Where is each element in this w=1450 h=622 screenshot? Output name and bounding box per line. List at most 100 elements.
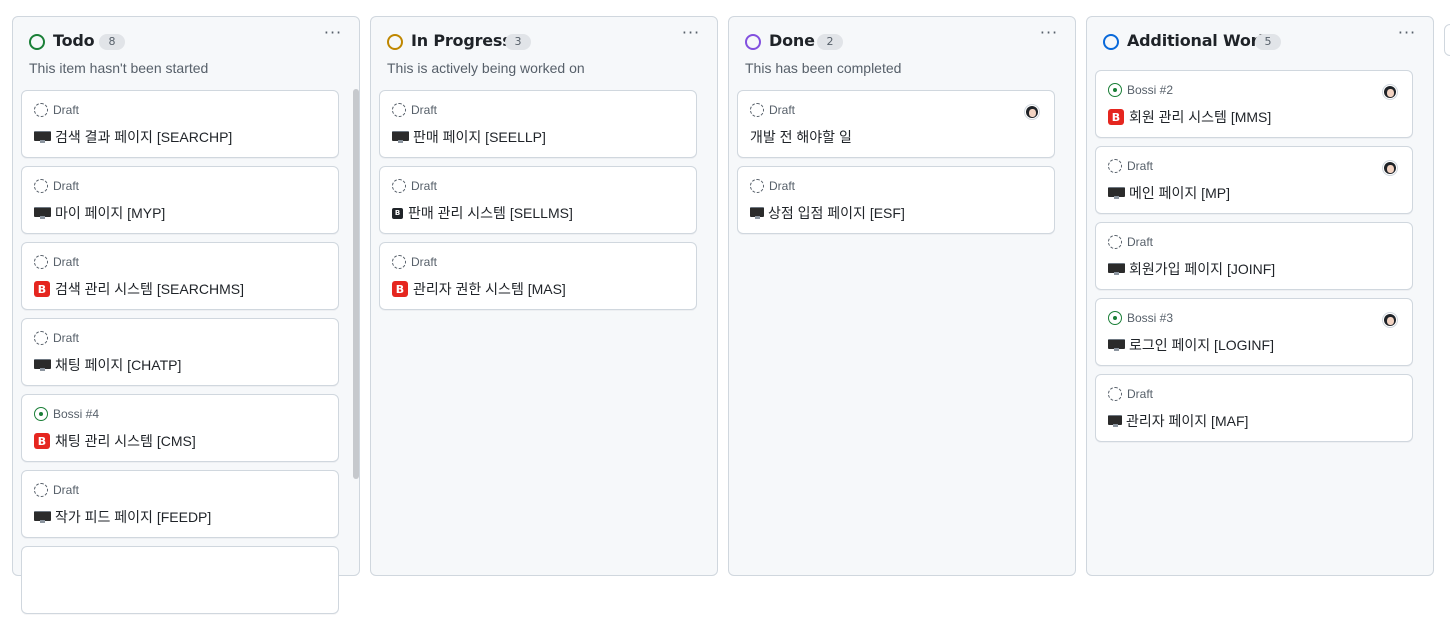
card-title[interactable]: 검색 결과 페이지 [SEARCHP] bbox=[34, 127, 232, 147]
column-title: Todo bbox=[53, 31, 95, 50]
card-meta: Draft bbox=[392, 102, 437, 118]
card-item[interactable]: Draft 판매 페이지 [SEELLP] bbox=[379, 90, 697, 158]
card-title[interactable]: 개발 전 해야할 일 bbox=[750, 127, 852, 147]
card-item[interactable]: Draft 작가 피드 페이지 [FEEDP] bbox=[21, 470, 339, 538]
open-issue-icon bbox=[1108, 83, 1122, 97]
card-item[interactable]: Draft 메인 페이지 [MP] bbox=[1095, 146, 1413, 214]
card-title[interactable]: 판매 페이지 [SEELLP] bbox=[392, 127, 546, 147]
card-meta: Draft bbox=[34, 482, 79, 498]
card-item[interactable] bbox=[21, 546, 339, 614]
more-options-button[interactable]: ··· bbox=[1395, 25, 1419, 45]
monitor-icon bbox=[1108, 186, 1125, 200]
card-meta: Draft bbox=[1108, 234, 1153, 250]
status-circle-icon bbox=[29, 34, 45, 50]
card-meta-label: Draft bbox=[53, 179, 80, 193]
card-meta: Draft bbox=[392, 254, 437, 270]
card-meta: Draft bbox=[392, 178, 437, 194]
card-title-text[interactable]: 회원 관리 시스템 [MMS] bbox=[1129, 107, 1271, 127]
open-issue-icon bbox=[1108, 311, 1122, 325]
card-title-text[interactable]: 채팅 관리 시스템 [CMS] bbox=[55, 431, 196, 451]
b-button-icon: B bbox=[34, 433, 50, 449]
card-item[interactable]: Bossi #3 로그인 페이지 [LOGINF] bbox=[1095, 298, 1413, 366]
more-options-button[interactable]: ··· bbox=[679, 25, 703, 45]
card-item[interactable]: Draft 개발 전 해야할 일 bbox=[737, 90, 1055, 158]
card-title[interactable]: 로그인 페이지 [LOGINF] bbox=[1108, 335, 1274, 355]
card-title-text[interactable]: 상점 입점 페이지 [ESF] bbox=[768, 203, 905, 223]
card-item[interactable]: Draft 상점 입점 페이지 [ESF] bbox=[737, 166, 1055, 234]
column-description: This item hasn't been started bbox=[29, 60, 209, 76]
card-title-text[interactable]: 검색 관리 시스템 [SEARCHMS] bbox=[55, 279, 244, 299]
card-title[interactable]: 마이 페이지 [MYP] bbox=[34, 203, 165, 223]
card-meta-label: Draft bbox=[53, 483, 80, 497]
draft-icon bbox=[750, 103, 764, 117]
card-item[interactable]: Draft B 관리자 권한 시스템 [MAS] bbox=[379, 242, 697, 310]
card-title-text[interactable]: 메인 페이지 [MP] bbox=[1129, 183, 1230, 203]
avatar[interactable] bbox=[1024, 104, 1040, 120]
card-meta-label: Draft bbox=[53, 331, 80, 345]
card-meta: Draft bbox=[34, 102, 79, 118]
card-item[interactable]: Draft B 판매 관리 시스템 [SELLMS] bbox=[379, 166, 697, 234]
card-title-text[interactable]: 관리자 페이지 [MAF] bbox=[1126, 411, 1248, 431]
card-title-text[interactable]: 검색 결과 페이지 [SEARCHP] bbox=[55, 127, 232, 147]
card-meta: Bossi #2 bbox=[1108, 82, 1173, 98]
card-title[interactable]: 상점 입점 페이지 [ESF] bbox=[750, 203, 905, 223]
card-item[interactable]: Bossi #2 B 회원 관리 시스템 [MMS] bbox=[1095, 70, 1413, 138]
card-title-text[interactable]: 개발 전 해야할 일 bbox=[750, 127, 852, 147]
card-item[interactable]: Draft 마이 페이지 [MYP] bbox=[21, 166, 339, 234]
card-item[interactable]: Draft 관리자 페이지 [MAF] bbox=[1095, 374, 1413, 442]
card-title-text[interactable]: 작가 피드 페이지 [FEEDP] bbox=[55, 507, 211, 527]
scrollbar[interactable] bbox=[353, 89, 359, 479]
card-item[interactable]: Draft 검색 결과 페이지 [SEARCHP] bbox=[21, 90, 339, 158]
monitor-icon bbox=[1108, 338, 1125, 352]
card-title[interactable]: B 판매 관리 시스템 [SELLMS] bbox=[392, 203, 573, 223]
avatar[interactable] bbox=[1382, 84, 1398, 100]
avatar[interactable] bbox=[1382, 160, 1398, 176]
card-title-text[interactable]: 판매 페이지 [SEELLP] bbox=[413, 127, 546, 147]
card-title-text[interactable]: 관리자 권한 시스템 [MAS] bbox=[413, 279, 566, 299]
card-meta-label[interactable]: Bossi #3 bbox=[1127, 311, 1173, 325]
draft-icon bbox=[392, 255, 406, 269]
card-meta-label: Draft bbox=[411, 179, 438, 193]
card-title[interactable]: B 회원 관리 시스템 [MMS] bbox=[1108, 107, 1271, 127]
card-title[interactable]: 관리자 페이지 [MAF] bbox=[1108, 411, 1248, 431]
card-title-text[interactable]: 회원가입 페이지 [JOINF] bbox=[1129, 259, 1275, 279]
card-item[interactable]: Bossi #4 B 채팅 관리 시스템 [CMS] bbox=[21, 394, 339, 462]
more-options-button[interactable]: ··· bbox=[1037, 25, 1061, 45]
more-options-button[interactable]: ··· bbox=[321, 25, 345, 45]
card-title[interactable]: B 관리자 권한 시스템 [MAS] bbox=[392, 279, 566, 299]
card-title-text[interactable]: 로그인 페이지 [LOGINF] bbox=[1129, 335, 1274, 355]
draft-icon bbox=[34, 179, 48, 193]
monitor-icon bbox=[34, 206, 51, 220]
draft-icon bbox=[392, 103, 406, 117]
card-title[interactable]: 메인 페이지 [MP] bbox=[1108, 183, 1230, 203]
card-meta: Bossi #4 bbox=[34, 406, 99, 422]
card-meta-label: Draft bbox=[769, 179, 796, 193]
monitor-icon bbox=[1108, 262, 1125, 276]
add-column-button[interactable] bbox=[1444, 24, 1450, 56]
card-item[interactable]: Draft 채팅 페이지 [CHATP] bbox=[21, 318, 339, 386]
card-meta-label: Draft bbox=[1127, 235, 1154, 249]
card-title[interactable]: B 채팅 관리 시스템 [CMS] bbox=[34, 431, 196, 451]
card-title[interactable]: 채팅 페이지 [CHATP] bbox=[34, 355, 181, 375]
card-title[interactable]: B 검색 관리 시스템 [SEARCHMS] bbox=[34, 279, 244, 299]
card-meta-label[interactable]: Bossi #2 bbox=[1127, 83, 1173, 97]
card-title-text[interactable]: 채팅 페이지 [CHATP] bbox=[55, 355, 181, 375]
card-meta: Draft bbox=[1108, 386, 1153, 402]
card-item[interactable]: Draft B 검색 관리 시스템 [SEARCHMS] bbox=[21, 242, 339, 310]
card-meta-label: Draft bbox=[411, 255, 438, 269]
card-list: Draft 개발 전 해야할 일 Draft 상점 입점 페이지 [ESF] bbox=[737, 90, 1055, 242]
card-meta-label: Draft bbox=[411, 103, 438, 117]
open-issue-icon bbox=[34, 407, 48, 421]
count-badge: 3 bbox=[505, 34, 531, 50]
card-title[interactable]: 회원가입 페이지 [JOINF] bbox=[1108, 259, 1275, 279]
card-meta-label: Draft bbox=[769, 103, 796, 117]
card-title-text[interactable]: 판매 관리 시스템 [SELLMS] bbox=[408, 203, 573, 223]
card-title[interactable]: 작가 피드 페이지 [FEEDP] bbox=[34, 507, 211, 527]
avatar[interactable] bbox=[1382, 312, 1398, 328]
b-button-icon: B bbox=[1108, 109, 1124, 125]
column-todo: Todo 8 ··· This item hasn't been started… bbox=[12, 16, 360, 614]
card-item[interactable]: Draft 회원가입 페이지 [JOINF] bbox=[1095, 222, 1413, 290]
card-meta-label[interactable]: Bossi #4 bbox=[53, 407, 99, 421]
status-circle-icon bbox=[387, 34, 403, 50]
card-title-text[interactable]: 마이 페이지 [MYP] bbox=[55, 203, 165, 223]
